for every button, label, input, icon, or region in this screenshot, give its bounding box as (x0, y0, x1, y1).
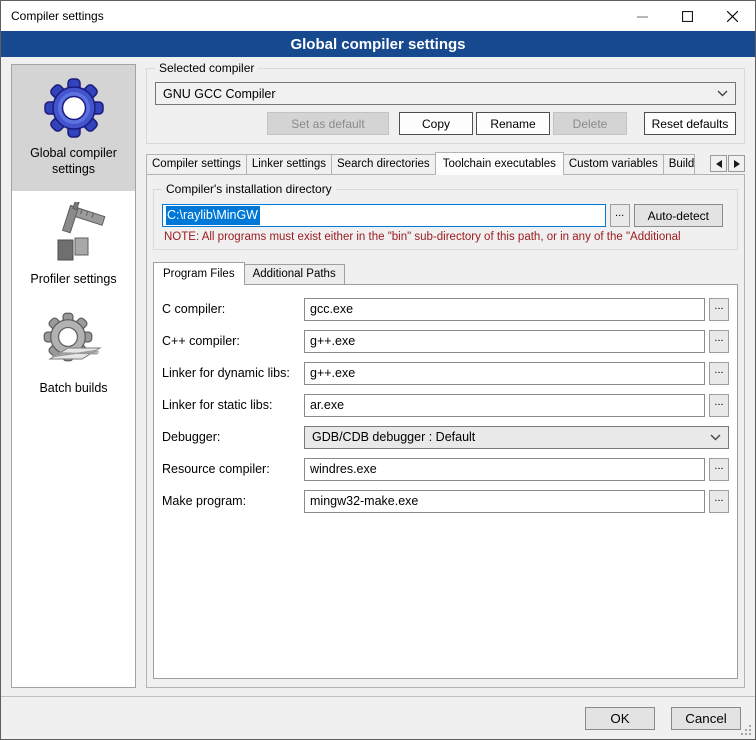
tab-scroll-right-button[interactable] (728, 155, 745, 172)
titlebar: Compiler settings (1, 1, 755, 31)
blue-gear-icon (42, 76, 106, 140)
tab-search-directories[interactable]: Search directories (331, 154, 436, 174)
ok-button[interactable]: OK (585, 707, 655, 730)
form-row-resource-compiler: Resource compiler: ... (162, 457, 729, 481)
field-label: C compiler: (162, 302, 300, 316)
field-label: Resource compiler: (162, 462, 300, 476)
delete-button: Delete (553, 112, 627, 135)
linker-dynamic-input[interactable] (304, 362, 705, 385)
selected-compiler-dropdown[interactable]: GNU GCC Compiler (155, 82, 736, 105)
auto-detect-button[interactable]: Auto-detect (634, 204, 723, 227)
maximize-icon (682, 11, 693, 22)
tab-scroll-left-button[interactable] (710, 155, 727, 172)
dialog-header-title: Global compiler settings (290, 36, 465, 53)
cpp-compiler-input[interactable] (304, 330, 705, 353)
set-as-default-button: Set as default (267, 112, 389, 135)
linker-static-input[interactable] (304, 394, 705, 417)
main-tabstrip: Compiler settings Linker settings Search… (146, 152, 745, 174)
tab-custom-variables[interactable]: Custom variables (563, 154, 664, 174)
maximize-button[interactable] (665, 1, 710, 31)
tab-toolchain-executables[interactable]: Toolchain executables (435, 152, 564, 175)
arrow-right-icon (734, 160, 740, 168)
group-legend: Selected compiler (155, 61, 258, 75)
form-row-c-compiler: C compiler: ... (162, 297, 729, 321)
compiler-buttons-row: Set as default Copy Rename Delete Reset … (155, 112, 736, 135)
resource-compiler-input[interactable] (304, 458, 705, 481)
arrow-left-icon (716, 160, 722, 168)
install-dir-selected-text: C:\raylib\MinGW (166, 206, 260, 225)
tab-linker-settings[interactable]: Linker settings (246, 154, 332, 174)
chevron-down-icon (717, 90, 728, 97)
resize-grip[interactable] (740, 724, 752, 736)
chevron-down-icon (710, 434, 721, 441)
cancel-button[interactable]: Cancel (671, 707, 741, 730)
form-row-linker-static: Linker for static libs: ... (162, 393, 729, 417)
reset-defaults-button[interactable]: Reset defaults (644, 112, 736, 135)
window-title: Compiler settings (1, 9, 104, 23)
make-program-input[interactable] (304, 490, 705, 513)
make-program-browse-button[interactable]: ... (709, 490, 729, 513)
sidebar-item-label: Profiler settings (30, 271, 116, 287)
form-row-make-program: Make program: ... (162, 489, 729, 513)
tab-program-files[interactable]: Program Files (153, 262, 245, 285)
program-files-page: C compiler: ... C++ compiler: ... Linker… (153, 284, 738, 679)
selected-compiler-group: Selected compiler GNU GCC Compiler Set a… (146, 68, 745, 144)
linker-dynamic-browse-button[interactable]: ... (709, 362, 729, 385)
field-label: Debugger: (162, 430, 300, 444)
field-label: C++ compiler: (162, 334, 300, 348)
settings-category-list: Global compiler settings (11, 64, 136, 688)
compiler-settings-window: Compiler settings Global compiler settin… (0, 0, 756, 740)
linker-static-browse-button[interactable]: ... (709, 394, 729, 417)
install-dir-input[interactable]: C:\raylib\MinGW (162, 204, 606, 227)
form-row-debugger: Debugger: GDB/CDB debugger : Default (162, 425, 729, 449)
resource-compiler-browse-button[interactable]: ... (709, 458, 729, 481)
c-compiler-input[interactable] (304, 298, 705, 321)
minimize-icon (637, 11, 648, 22)
debugger-value: GDB/CDB debugger : Default (312, 430, 706, 444)
form-row-cpp-compiler: C++ compiler: ... (162, 329, 729, 353)
debugger-dropdown[interactable]: GDB/CDB debugger : Default (304, 426, 729, 449)
tab-build-options[interactable]: Build (663, 154, 696, 174)
gray-gear-stack-icon (42, 311, 106, 375)
sidebar-item-label: Global compiler settings (15, 145, 132, 178)
field-label: Make program: (162, 494, 300, 508)
dialog-footer: OK Cancel (1, 696, 755, 739)
caliper-icon (42, 202, 106, 266)
caption-buttons (620, 1, 755, 31)
install-dir-note: NOTE: All programs must exist either in … (164, 231, 723, 243)
sidebar-item-batch-builds[interactable]: Batch builds (12, 300, 135, 409)
toolchain-executables-panel: Compiler's installation directory C:\ray… (146, 174, 745, 688)
copy-button[interactable]: Copy (399, 112, 473, 135)
close-button[interactable] (710, 1, 755, 31)
minimize-button[interactable] (620, 1, 665, 31)
dialog-header: Global compiler settings (1, 31, 755, 57)
sidebar-item-profiler-settings[interactable]: Profiler settings (12, 191, 135, 300)
field-label: Linker for dynamic libs: (162, 366, 300, 380)
sidebar-item-global-compiler-settings[interactable]: Global compiler settings (12, 65, 135, 191)
install-dir-browse-button[interactable]: ... (610, 204, 630, 227)
install-dir-group: Compiler's installation directory C:\ray… (153, 189, 738, 250)
cpp-compiler-browse-button[interactable]: ... (709, 330, 729, 353)
tab-compiler-settings[interactable]: Compiler settings (146, 154, 247, 174)
group-legend: Compiler's installation directory (162, 182, 336, 196)
selected-compiler-value: GNU GCC Compiler (163, 87, 713, 101)
close-icon (727, 11, 738, 22)
rename-button[interactable]: Rename (476, 112, 550, 135)
field-label: Linker for static libs: (162, 398, 300, 412)
sidebar-item-label: Batch builds (39, 380, 107, 396)
tab-scroll-buttons (710, 155, 745, 174)
tab-additional-paths[interactable]: Additional Paths (244, 264, 345, 284)
form-row-linker-dynamic: Linker for dynamic libs: ... (162, 361, 729, 385)
c-compiler-browse-button[interactable]: ... (709, 298, 729, 321)
toolchain-subtabstrip: Program Files Additional Paths (153, 262, 738, 284)
